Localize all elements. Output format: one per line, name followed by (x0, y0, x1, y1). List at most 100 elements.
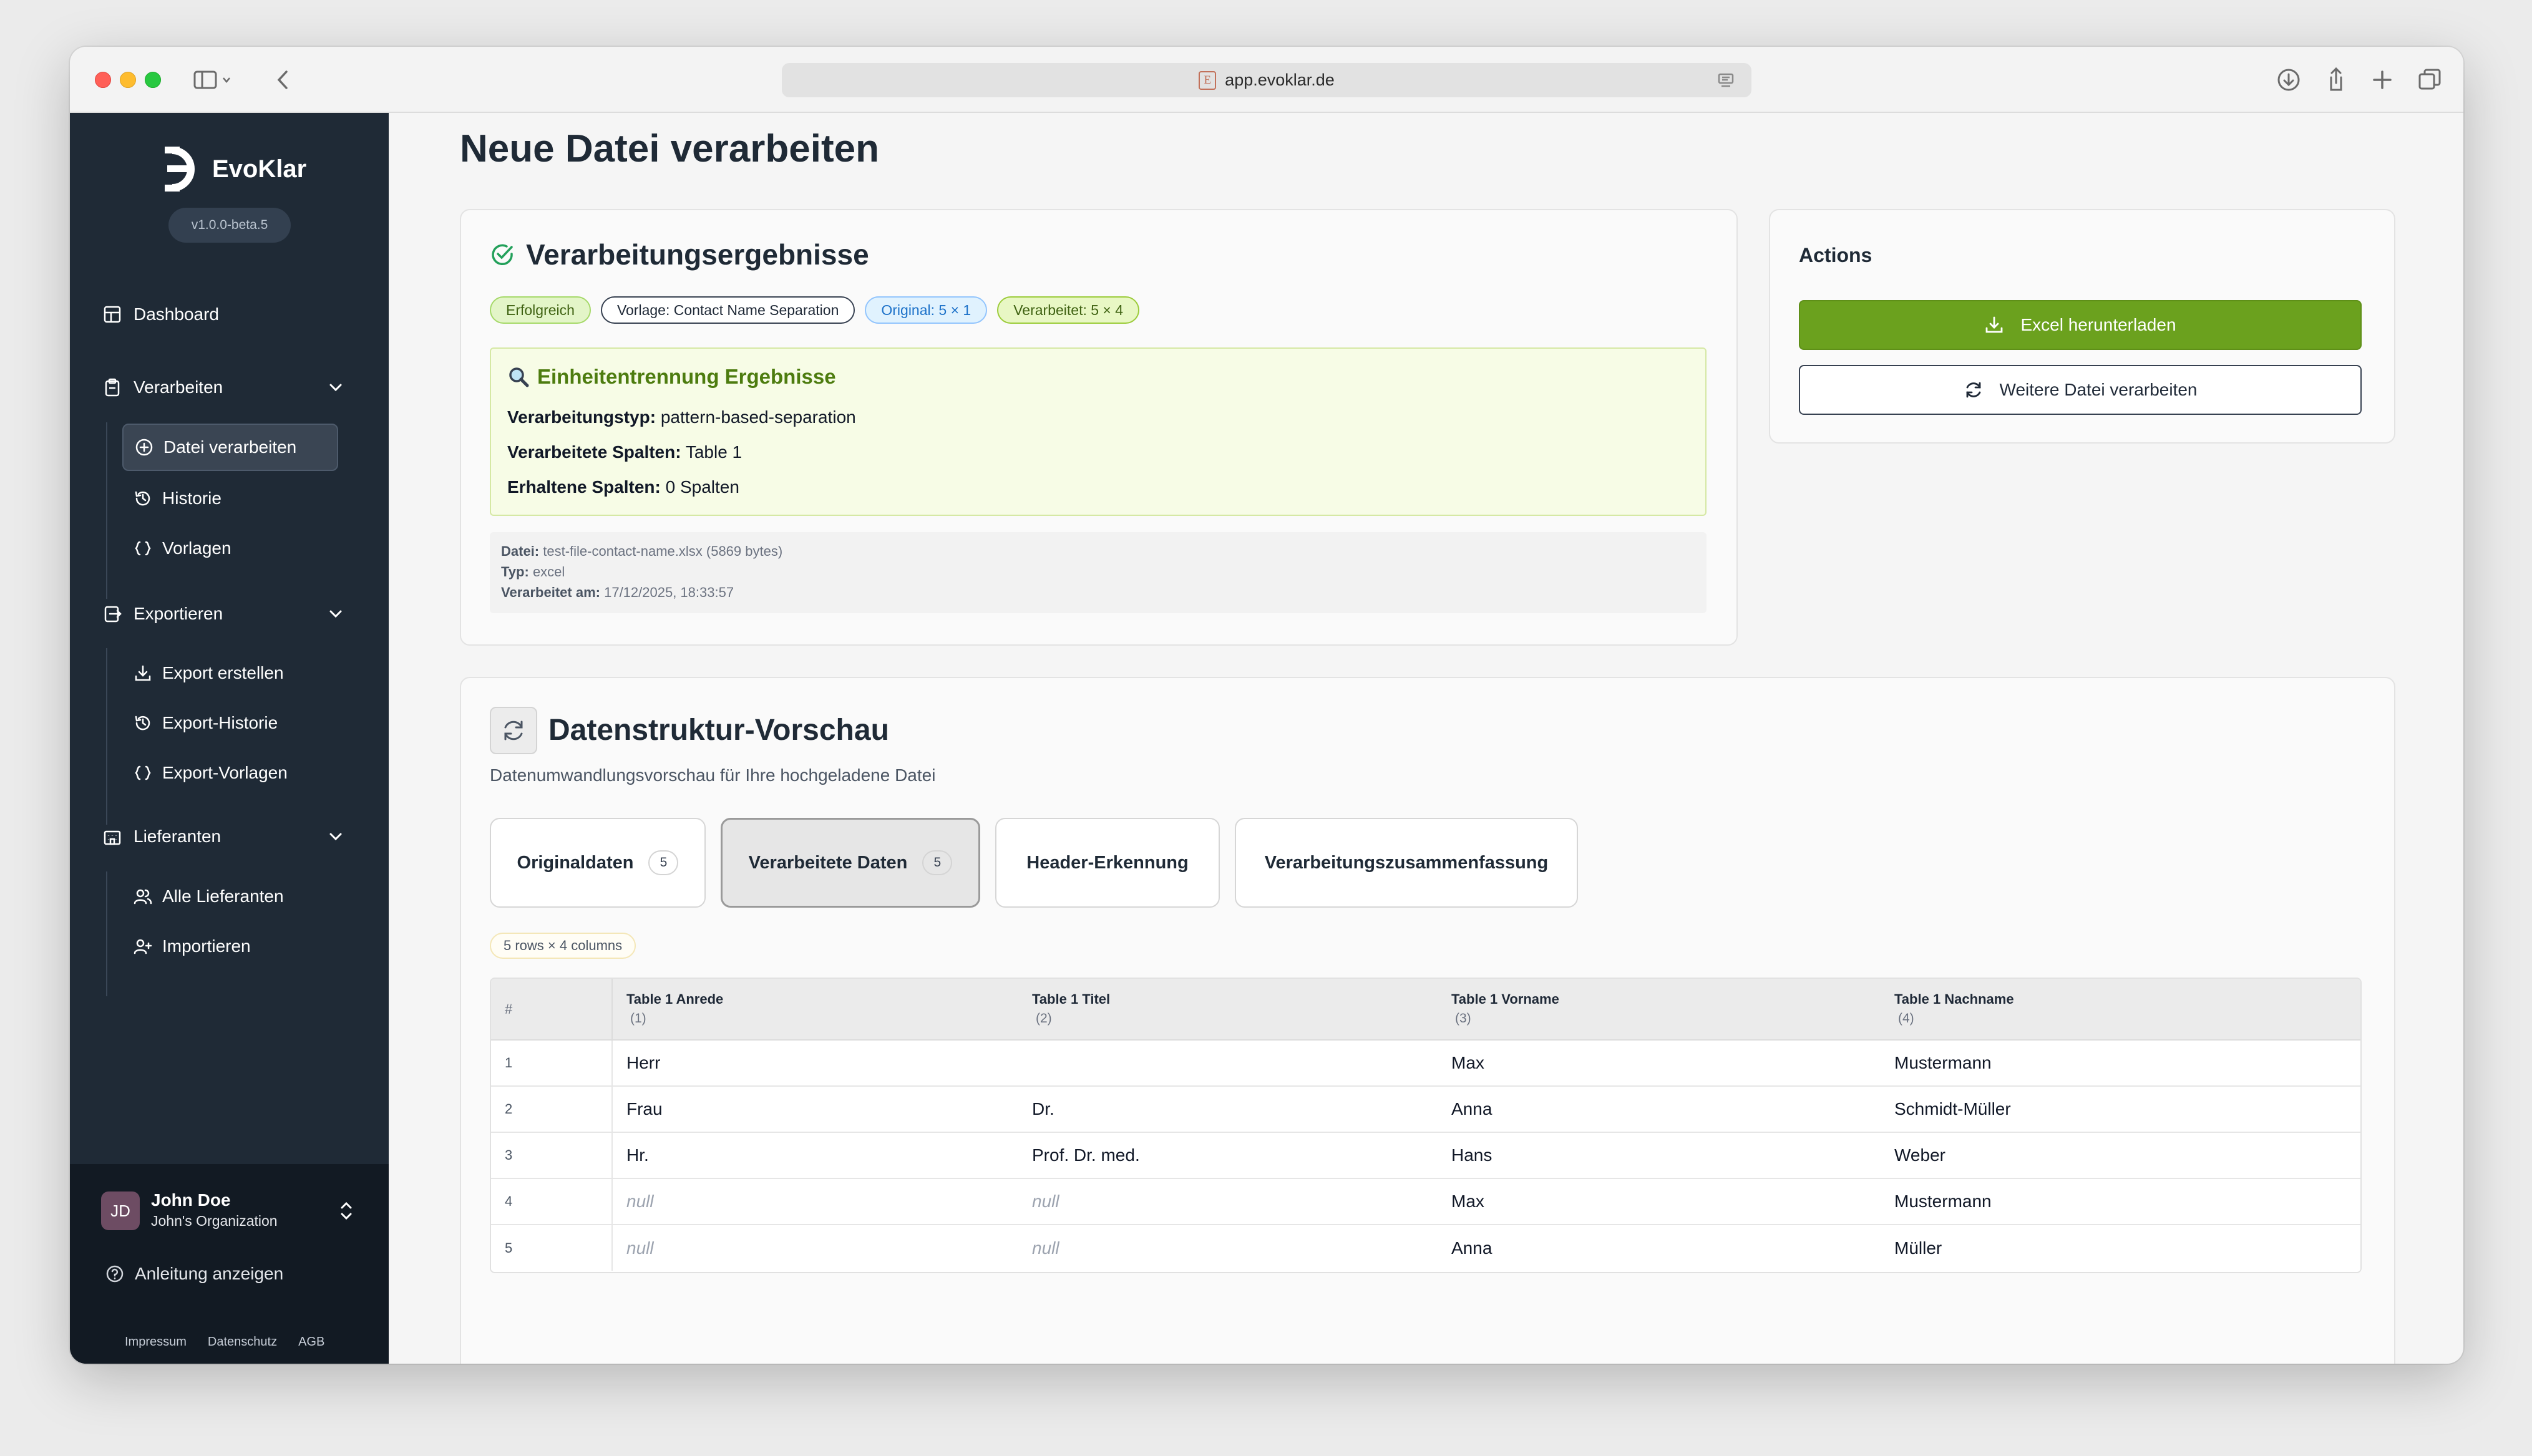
sidebar-item-historie[interactable]: Historie (122, 475, 338, 522)
process-another-button[interactable]: Weitere Datei verarbeiten (1799, 365, 2362, 415)
actions-card: Actions Excel herunterladen Weitere Date… (1769, 209, 2395, 444)
download-excel-button[interactable]: Excel herunterladen (1799, 300, 2362, 350)
new-tab-icon[interactable] (2369, 66, 2396, 94)
row-index: 5 (491, 1225, 613, 1271)
actions-title: Actions (1799, 244, 1872, 266)
sidebar-item-export-historie[interactable]: Export-Historie (122, 699, 338, 747)
app-logo[interactable]: EvoKlar (158, 144, 306, 194)
browser-window: E app.evoklar.de EvoKlar v1.0.0-beta.5 D… (70, 47, 2463, 1364)
tab-verarbeitete-daten[interactable]: Verarbeitete Daten 5 (721, 818, 980, 908)
nav-subtree-line (106, 648, 107, 825)
footer-link-datenschutz[interactable]: Datenschutz (208, 1335, 277, 1349)
zoom-window-button[interactable] (145, 72, 161, 88)
template-badge: Vorlage: Contact Name Separation (600, 296, 855, 324)
tab-verarbeitungszusammenfassung[interactable]: Verarbeitungszusammenfassung (1235, 818, 1578, 908)
table-row: 3 Hr. Prof. Dr. med. Hans Weber (491, 1132, 2360, 1179)
share-icon[interactable] (2322, 66, 2350, 94)
processed-columns-row: Verarbeitete Spalten: Table 1 (507, 442, 742, 462)
column-header[interactable]: Table 1 Vorname (3) (1438, 979, 1881, 1041)
results-card: Verarbeitungsergebnisse Erfolgreich Vorl… (460, 209, 1738, 646)
table-dimensions-badge: 5 rows × 4 columns (490, 933, 636, 959)
sidebar-item-importieren[interactable]: Importieren (122, 923, 338, 970)
table-cell-null: null (612, 1178, 1018, 1225)
tab-count-badge: 5 (922, 850, 953, 875)
column-header[interactable]: Table 1 Titel (2) (1018, 979, 1438, 1041)
magnifier-icon (507, 366, 530, 388)
help-label: Anleitung anzeigen (135, 1264, 284, 1283)
evoklar-logo-icon (158, 144, 203, 194)
chevron-down-icon[interactable] (326, 377, 346, 397)
nav-group-verarbeiten[interactable]: Verarbeiten (102, 369, 363, 405)
sidebar-item-label: Historie (162, 488, 222, 508)
nav-group-exportieren[interactable]: Exportieren (102, 596, 363, 632)
braces-icon (134, 539, 152, 558)
nav-group-lieferanten[interactable]: Lieferanten (102, 818, 363, 855)
tab-label: Header-Erkennung (1026, 852, 1189, 873)
refresh-icon (500, 717, 527, 744)
nav-group-lieferanten-label: Lieferanten (134, 827, 222, 846)
column-header-name: Table 1 Vorname (1451, 991, 1559, 1007)
table-cell-null: null (612, 1225, 1018, 1271)
table-cell: Herr (612, 1040, 1018, 1087)
sidebar-footer: JD John Doe John's Organization Anleitun… (70, 1164, 389, 1364)
user-name[interactable]: John Doe (151, 1190, 231, 1210)
results-heading: Verarbeitungsergebnisse (490, 238, 869, 271)
user-organization[interactable]: John's Organization (151, 1213, 278, 1230)
nav-dashboard[interactable]: Dashboard (102, 296, 363, 332)
plus-circle-icon (135, 438, 153, 457)
downloads-icon[interactable] (2275, 66, 2302, 94)
row-index: 4 (491, 1178, 613, 1225)
url-text: app.evoklar.de (1225, 70, 1335, 89)
file-type-label: Typ: (501, 564, 529, 580)
chevrons-up-down-icon[interactable] (336, 1199, 356, 1223)
row-index: 1 (491, 1040, 613, 1087)
status-badge: Erfolgreich (490, 296, 591, 324)
unit-separation-results: Einheitentrennung Ergebnisse Verarbeitun… (490, 347, 1707, 516)
sidebar-item-label: Export-Historie (162, 713, 278, 732)
nav-group-verarbeiten-label: Verarbeiten (134, 377, 223, 397)
help-circle-icon (105, 1264, 125, 1284)
sidebar-item-export-vorlagen[interactable]: Export-Vorlagen (122, 749, 338, 797)
footer-link-agb[interactable]: AGB (298, 1335, 324, 1349)
back-icon[interactable] (270, 66, 297, 94)
sidebar-item-vorlagen[interactable]: Vorlagen (122, 525, 338, 572)
table-cell: Hans (1438, 1132, 1881, 1179)
processed-data-table: # Table 1 Anrede (1) Table 1 Titel (2) T… (490, 978, 2362, 1273)
processing-type-label: Verarbeitungstyp: (507, 407, 656, 427)
sidebar-toggle-icon[interactable] (192, 66, 236, 94)
braces-icon (134, 764, 152, 782)
help-link[interactable]: Anleitung anzeigen (105, 1264, 283, 1284)
avatar[interactable]: JD (101, 1191, 140, 1230)
sidebar-item-label: Datei verarbeiten (163, 437, 297, 457)
tab-header-erkennung[interactable]: Header-Erkennung (995, 818, 1220, 908)
preview-icon-box (490, 707, 537, 754)
column-header[interactable]: Table 1 Nachname (4) (1881, 979, 2360, 1041)
file-type-value: excel (532, 564, 565, 580)
table-cell: Max (1438, 1040, 1881, 1087)
minimize-window-button[interactable] (120, 72, 136, 88)
table-cell: Prof. Dr. med. (1018, 1132, 1438, 1179)
close-window-button[interactable] (95, 72, 111, 88)
sidebar-item-datei-verarbeiten[interactable]: Datei verarbeiten (122, 424, 338, 471)
tab-overview-icon[interactable] (2416, 66, 2443, 94)
reader-mode-icon[interactable] (1716, 71, 1735, 90)
history-icon (134, 714, 152, 732)
processing-type-value: pattern-based-separation (660, 407, 856, 427)
table-cell-null: null (1018, 1178, 1438, 1225)
address-bar[interactable]: E app.evoklar.de (782, 63, 1751, 97)
column-header-index: (3) (1455, 1011, 1471, 1026)
sidebar-item-alle-lieferanten[interactable]: Alle Lieferanten (122, 873, 338, 920)
chevron-down-icon[interactable] (326, 604, 346, 624)
nav-dashboard-label: Dashboard (134, 304, 219, 324)
kept-columns-value: 0 Spalten (665, 477, 739, 497)
kept-columns-label: Erhaltene Spalten: (507, 477, 661, 497)
processing-type-row: Verarbeitungstyp: pattern-based-separati… (507, 407, 856, 427)
kept-columns-row: Erhaltene Spalten: 0 Spalten (507, 477, 739, 497)
column-header[interactable]: Table 1 Anrede (1) (612, 979, 1018, 1041)
sidebar-item-export-erstellen[interactable]: Export erstellen (122, 649, 338, 697)
tab-originaldaten[interactable]: Originaldaten 5 (490, 818, 706, 908)
footer-link-impressum[interactable]: Impressum (125, 1335, 187, 1349)
history-icon (134, 489, 152, 508)
dashboard-icon (102, 304, 122, 324)
chevron-down-icon[interactable] (326, 827, 346, 847)
